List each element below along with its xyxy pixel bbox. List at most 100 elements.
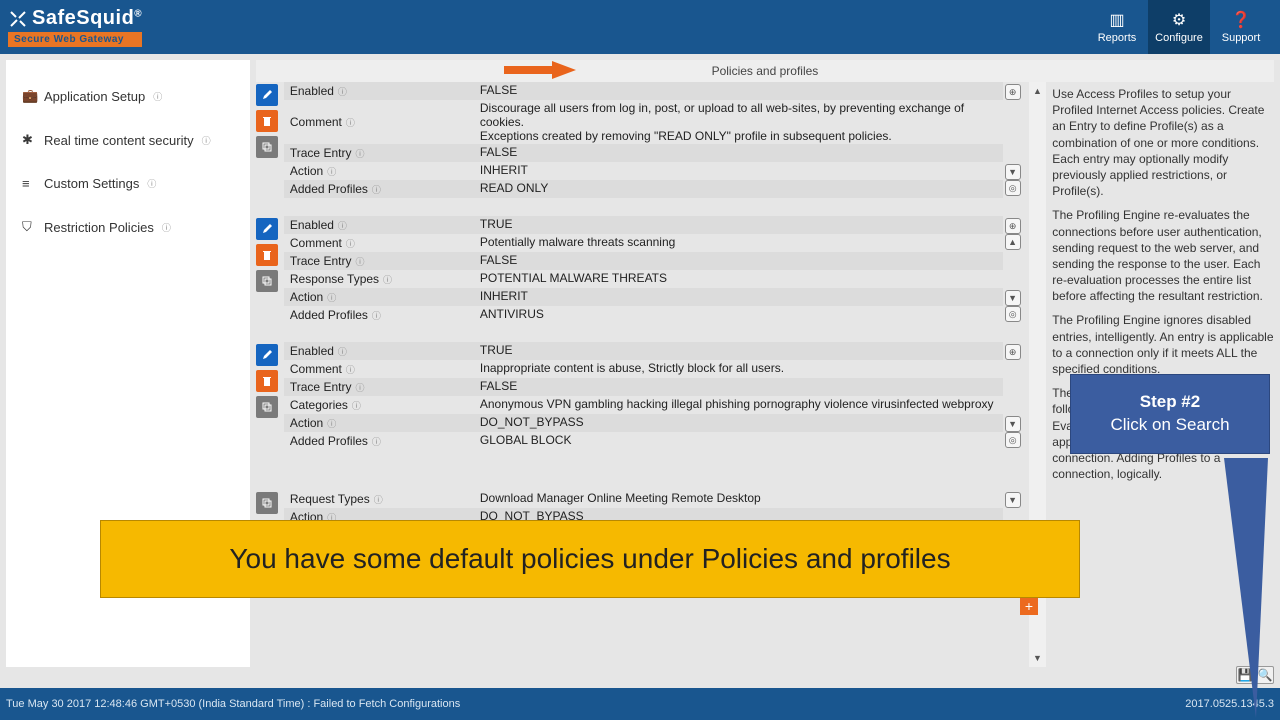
- copy-icon: [261, 141, 273, 153]
- scroll-up-icon[interactable]: ▲: [1029, 82, 1047, 100]
- add-policy-button[interactable]: +: [1020, 597, 1038, 615]
- brand-tagline: Secure Web Gateway: [8, 32, 142, 47]
- value-trace: FALSE: [474, 252, 1003, 270]
- info-icon[interactable]: ⓘ: [346, 116, 355, 129]
- sidebar-item-label: Custom Settings: [44, 176, 139, 191]
- value-comment: Discourage all users from log in, post, …: [474, 100, 1003, 144]
- info-icon[interactable]: ⓘ: [327, 417, 336, 430]
- status-bar: Tue May 30 2017 12:48:46 GMT+0530 (India…: [0, 688, 1280, 720]
- move-up-button[interactable]: ⊕: [1005, 218, 1021, 234]
- move-up-button[interactable]: ⊕: [1005, 84, 1021, 100]
- value-added-profiles: READ ONLY: [474, 180, 1003, 198]
- tools-icon: [8, 9, 28, 29]
- info-icon[interactable]: ⓘ: [327, 291, 336, 304]
- expand-button[interactable]: ▼: [1005, 290, 1021, 306]
- nav-configure[interactable]: ⚙ Configure: [1148, 0, 1210, 54]
- target-button[interactable]: ◎: [1005, 180, 1021, 196]
- info-icon: ⓘ: [202, 134, 211, 147]
- copy-icon: [261, 497, 273, 509]
- value-added-profiles: ANTIVIRUS: [474, 306, 1003, 324]
- nav-reports[interactable]: ▥ Reports: [1086, 0, 1148, 54]
- sidebar-item-label: Application Setup: [44, 89, 145, 104]
- target-button[interactable]: ◎: [1005, 432, 1021, 448]
- app-header: SafeSquid® Secure Web Gateway ▥ Reports …: [0, 0, 1280, 54]
- info-icon[interactable]: ⓘ: [327, 165, 336, 178]
- value-enabled: TRUE: [474, 216, 1003, 234]
- annotation-banner: You have some default policies under Pol…: [100, 520, 1080, 598]
- policy-entry: EnabledⓘTRUE CommentⓘPotentially malware…: [256, 216, 1025, 324]
- label-trace: Trace Entry: [290, 380, 352, 394]
- target-button[interactable]: ◎: [1005, 306, 1021, 322]
- label-request-types: Request Types: [290, 492, 370, 506]
- sidebar-item-label: Real time content security: [44, 133, 194, 148]
- expand-button[interactable]: ▼: [1005, 164, 1021, 180]
- expand-button[interactable]: ▼: [1005, 416, 1021, 432]
- copy-icon: [261, 275, 273, 287]
- info-icon[interactable]: ⓘ: [372, 183, 381, 196]
- collapse-button[interactable]: ▲: [1005, 234, 1021, 250]
- info-icon[interactable]: ⓘ: [383, 273, 392, 286]
- label-action: Action: [290, 416, 323, 430]
- annotation-step-title: Step #2: [1081, 391, 1259, 414]
- clone-button[interactable]: [256, 136, 278, 158]
- clone-button[interactable]: [256, 396, 278, 418]
- edit-button[interactable]: [256, 218, 278, 240]
- brand-logo: SafeSquid® Secure Web Gateway: [8, 7, 142, 47]
- label-enabled: Enabled: [290, 344, 334, 358]
- info-icon[interactable]: ⓘ: [346, 237, 355, 250]
- edit-button[interactable]: [256, 84, 278, 106]
- cogs-icon: ⚙: [1172, 10, 1186, 30]
- clone-button[interactable]: [256, 270, 278, 292]
- trash-icon: [261, 375, 273, 387]
- value-trace: FALSE: [474, 144, 1003, 162]
- label-categories: Categories: [290, 398, 348, 412]
- sidebar-item-label: Restriction Policies: [44, 220, 154, 235]
- label-enabled: Enabled: [290, 218, 334, 232]
- body-area: 💼 Application Setup ⓘ ✱ Real time conten…: [0, 54, 1280, 667]
- value-enabled: TRUE: [474, 342, 1003, 360]
- tab-title[interactable]: Policies and profiles: [712, 64, 819, 78]
- copy-icon: [261, 401, 273, 413]
- move-up-button[interactable]: ⊕: [1005, 344, 1021, 360]
- value-action: INHERIT: [474, 288, 1003, 306]
- delete-button[interactable]: [256, 370, 278, 392]
- help-paragraph: The Profiling Engine ignores disabled en…: [1052, 312, 1274, 377]
- info-icon[interactable]: ⓘ: [374, 493, 383, 506]
- info-icon[interactable]: ⓘ: [355, 381, 364, 394]
- label-trace: Trace Entry: [290, 146, 352, 160]
- info-icon[interactable]: ⓘ: [346, 363, 355, 376]
- delete-button[interactable]: [256, 110, 278, 132]
- pencil-icon: [261, 223, 273, 235]
- trash-icon: [261, 115, 273, 127]
- info-icon[interactable]: ⓘ: [372, 309, 381, 322]
- sidebar-item-custom-settings[interactable]: ≡ Custom Settings ⓘ: [20, 162, 236, 205]
- label-response-types: Response Types: [290, 272, 379, 286]
- edit-button[interactable]: [256, 344, 278, 366]
- label-trace: Trace Entry: [290, 254, 352, 268]
- info-icon[interactable]: ⓘ: [355, 147, 364, 160]
- info-icon[interactable]: ⓘ: [338, 345, 347, 358]
- clone-button[interactable]: [256, 492, 278, 514]
- value-action: DO_NOT_BYPASS: [474, 414, 1003, 432]
- info-icon[interactable]: ⓘ: [352, 399, 361, 412]
- info-icon[interactable]: ⓘ: [355, 255, 364, 268]
- info-icon[interactable]: ⓘ: [372, 435, 381, 448]
- label-added-profiles: Added Profiles: [290, 434, 368, 448]
- sidebar-item-application-setup[interactable]: 💼 Application Setup ⓘ: [20, 74, 236, 118]
- nav-support[interactable]: ❓ Support: [1210, 0, 1272, 54]
- scroll-down-icon[interactable]: ▼: [1029, 649, 1047, 667]
- value-request-types: Download Manager Online Meeting Remote D…: [474, 490, 1003, 508]
- sidebar-item-realtime-security[interactable]: ✱ Real time content security ⓘ: [20, 118, 236, 162]
- info-icon[interactable]: ⓘ: [338, 85, 347, 98]
- sidebar-item-restriction-policies[interactable]: ⛉ Restriction Policies ⓘ: [20, 205, 236, 249]
- bar-chart-icon: ▥: [1109, 10, 1124, 30]
- label-comment: Comment: [290, 236, 342, 250]
- delete-button[interactable]: [256, 244, 278, 266]
- value-added-profiles: GLOBAL BLOCK: [474, 432, 1003, 450]
- sliders-icon: ≡: [22, 176, 36, 191]
- value-trace: FALSE: [474, 378, 1003, 396]
- label-comment: Comment: [290, 362, 342, 376]
- info-icon[interactable]: ⓘ: [338, 219, 347, 232]
- expand-button[interactable]: ▼: [1005, 492, 1021, 508]
- label-added-profiles: Added Profiles: [290, 308, 368, 322]
